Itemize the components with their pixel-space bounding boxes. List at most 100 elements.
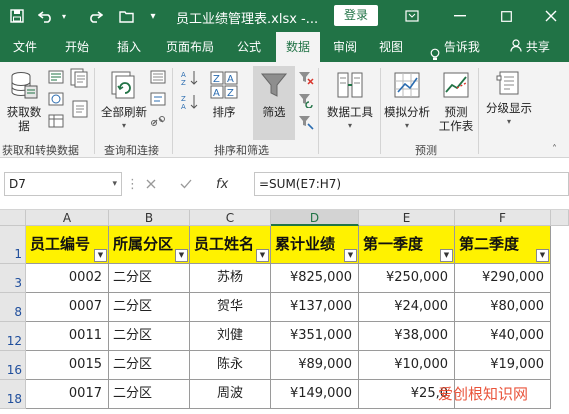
customize-icon[interactable]: ▾ <box>144 0 162 32</box>
tab-data[interactable]: 数据 <box>276 32 320 62</box>
filter-dropdown-icon[interactable]: ▼ <box>440 249 453 262</box>
row-header[interactable]: 18 <box>0 380 26 409</box>
sort-za-icon[interactable]: ZA <box>180 94 202 113</box>
from-text-icon[interactable] <box>48 70 64 87</box>
filter-dropdown-icon[interactable]: ▼ <box>175 249 188 262</box>
advanced-filter-icon[interactable] <box>298 114 314 133</box>
table-cell-q1[interactable]: ¥38,000 <box>359 322 455 351</box>
sort-az-icon[interactable]: AZ <box>180 70 202 89</box>
table-cell-total[interactable]: ¥825,000 <box>271 264 359 293</box>
existing-connections-icon[interactable] <box>72 100 88 121</box>
filter-dropdown-icon[interactable]: ▼ <box>256 249 269 262</box>
refresh-all-button[interactable]: 全部刷新 ▾ <box>98 70 150 133</box>
header-cell[interactable]: 第二季度 ▼ <box>455 226 551 264</box>
tab-formulas[interactable]: 公式 <box>228 32 270 62</box>
table-cell-id[interactable]: 0015 <box>26 351 109 380</box>
row-header[interactable]: 12 <box>0 322 26 351</box>
table-cell-name[interactable]: 刘健 <box>190 322 271 351</box>
table-cell-id[interactable]: 0007 <box>26 293 109 322</box>
close-icon[interactable] <box>533 0 569 32</box>
table-cell-id[interactable]: 0017 <box>26 380 109 409</box>
row-header[interactable]: 1 <box>0 226 26 264</box>
table-cell-q2[interactable]: ¥19,000 <box>455 351 551 380</box>
redo-icon[interactable] <box>84 0 106 32</box>
forecast-sheet-button[interactable]: 预测 工作表 <box>436 70 476 133</box>
table-cell-area[interactable]: 二分区 <box>109 322 190 351</box>
table-cell-q1[interactable]: ¥10,000 <box>359 351 455 380</box>
header-cell[interactable]: 所属分区 ▼ <box>109 226 190 264</box>
column-header-f[interactable]: F <box>455 210 551 226</box>
table-cell-q2[interactable]: ¥80,000 <box>455 293 551 322</box>
tab-file[interactable]: 文件 <box>4 32 46 62</box>
column-header-a[interactable]: A <box>26 210 109 226</box>
table-cell-q2[interactable]: ¥290,000 <box>455 264 551 293</box>
filter-dropdown-icon[interactable]: ▼ <box>94 249 107 262</box>
tab-insert[interactable]: 插入 <box>108 32 150 62</box>
filter-dropdown-icon[interactable]: ▼ <box>344 249 357 262</box>
chevron-down-icon[interactable]: ▾ <box>112 173 117 195</box>
select-all-corner[interactable] <box>0 210 26 226</box>
open-icon[interactable] <box>116 0 138 32</box>
name-box[interactable]: D7 ▾ <box>4 172 122 196</box>
more-icon[interactable]: ⋮ <box>126 172 142 196</box>
data-tools-button[interactable]: 数据工具 ▾ <box>322 70 378 133</box>
login-button[interactable]: 登录 <box>334 5 378 26</box>
save-icon[interactable] <box>6 0 28 32</box>
column-header-d[interactable]: D <box>271 210 359 226</box>
table-cell-total[interactable]: ¥351,000 <box>271 322 359 351</box>
sort-button[interactable]: ZAAZ 排序 <box>206 70 242 119</box>
minimize-icon[interactable] <box>442 0 478 32</box>
recent-sources-icon[interactable] <box>70 68 88 91</box>
table-cell-id[interactable]: 0011 <box>26 322 109 351</box>
table-cell-area[interactable]: 二分区 <box>109 351 190 380</box>
share-button[interactable]: 共享 <box>502 32 558 62</box>
from-web-icon[interactable] <box>48 92 64 109</box>
header-cell[interactable]: 累计业绩 ▼ <box>271 226 359 264</box>
maximize-icon[interactable] <box>488 0 524 32</box>
restore-icon[interactable] <box>394 0 430 32</box>
table-cell-q1[interactable]: ¥250,000 <box>359 264 455 293</box>
tab-home[interactable]: 开始 <box>56 32 98 62</box>
column-header-c[interactable]: C <box>190 210 271 226</box>
queries-icon[interactable] <box>150 70 166 87</box>
table-cell-total[interactable]: ¥137,000 <box>271 293 359 322</box>
tab-tell-me[interactable]: 告诉我 <box>420 32 490 62</box>
table-cell-name[interactable]: 贺华 <box>190 293 271 322</box>
header-cell[interactable]: 员工姓名 ▼ <box>190 226 271 264</box>
properties-icon[interactable] <box>150 92 166 109</box>
tab-view[interactable]: 视图 <box>372 32 410 62</box>
insert-function-icon[interactable]: fx <box>216 172 236 196</box>
tab-review[interactable]: 审阅 <box>326 32 364 62</box>
enter-icon[interactable] <box>180 172 196 196</box>
table-cell-area[interactable]: 二分区 <box>109 293 190 322</box>
reapply-icon[interactable] <box>298 92 314 111</box>
table-cell-total[interactable]: ¥149,000 <box>271 380 359 409</box>
row-header[interactable]: 8 <box>0 293 26 322</box>
clear-filter-icon[interactable] <box>298 70 314 89</box>
filter-button[interactable]: 筛选 <box>253 66 295 140</box>
table-cell-name[interactable]: 苏杨 <box>190 264 271 293</box>
get-data-button[interactable]: 获取数 据 <box>2 70 46 133</box>
header-cell[interactable]: 员工编号 ▼ <box>26 226 109 264</box>
undo-icon[interactable] <box>34 0 58 32</box>
edit-links-icon[interactable] <box>150 114 166 131</box>
table-cell-name[interactable]: 周波 <box>190 380 271 409</box>
filter-dropdown-icon[interactable]: ▼ <box>536 249 549 262</box>
column-header-e[interactable]: E <box>359 210 455 226</box>
table-cell-name[interactable]: 陈永 <box>190 351 271 380</box>
row-header[interactable]: 3 <box>0 264 26 293</box>
outline-button[interactable]: 分级显示 ▾ <box>482 70 536 129</box>
table-cell-q2[interactable]: ¥40,000 <box>455 322 551 351</box>
formula-input[interactable]: =SUM(E7:H7) <box>254 172 569 196</box>
what-if-button[interactable]: 模拟分析 ▾ <box>382 70 432 133</box>
table-cell-id[interactable]: 0002 <box>26 264 109 293</box>
undo-dropdown-icon[interactable]: ▾ <box>58 0 70 32</box>
header-cell[interactable]: 第一季度 ▼ <box>359 226 455 264</box>
collapse-ribbon-icon[interactable]: ˄ <box>552 144 557 155</box>
column-header-partial[interactable] <box>551 210 569 226</box>
table-cell-area[interactable]: 二分区 <box>109 380 190 409</box>
table-cell-q1[interactable]: ¥24,000 <box>359 293 455 322</box>
cancel-icon[interactable] <box>146 172 162 196</box>
column-header-b[interactable]: B <box>109 210 190 226</box>
tab-page-layout[interactable]: 页面布局 <box>160 32 220 62</box>
